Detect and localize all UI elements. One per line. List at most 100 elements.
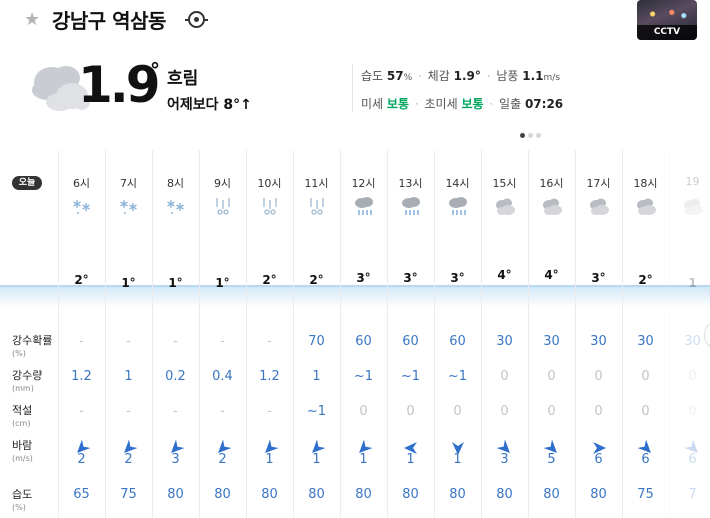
snow-cell: - bbox=[126, 404, 131, 419]
hour-label: 19 bbox=[685, 175, 700, 188]
humidity-cell: 75 bbox=[120, 487, 137, 502]
rain-cloud-icon bbox=[399, 194, 423, 218]
precip-prob-cell: - bbox=[267, 334, 272, 349]
sunrise-value: 07:26 bbox=[524, 97, 564, 111]
precip-amount-cell: 1.2 bbox=[259, 369, 280, 384]
hour-temperature: 2° bbox=[262, 273, 277, 288]
precip-prob-cell: 30 bbox=[590, 334, 607, 349]
hour-temperature: 4° bbox=[544, 268, 559, 282]
carousel-pagination bbox=[520, 123, 544, 142]
snow-cell: - bbox=[173, 404, 178, 419]
wind-speed-cell: 1 bbox=[406, 452, 415, 467]
summary-divider bbox=[352, 64, 353, 112]
precip-amount-cell: 0 bbox=[500, 369, 509, 384]
summary-line-2: 미세 보통 · 초미세 보통 · 일출 07:26 bbox=[361, 95, 563, 112]
hour-column: 9시 1° - 0.4 - 2 80 bbox=[199, 150, 246, 518]
hour-temperature: 1° bbox=[168, 276, 183, 290]
hour-column: 14시 3° 60 ~1 0 1 80 bbox=[434, 150, 481, 518]
precip-prob-cell: - bbox=[126, 334, 131, 349]
snow-cell: 0 bbox=[406, 404, 415, 419]
wind-speed-cell: 3 bbox=[500, 452, 509, 467]
fine-dust-label: 초미세 bbox=[424, 97, 458, 111]
row-label-text: 강수량 bbox=[12, 369, 43, 382]
cloudy-icon bbox=[681, 194, 705, 218]
hour-label: 9시 bbox=[213, 177, 232, 190]
favorite-star-icon[interactable]: ★ bbox=[24, 9, 40, 30]
snow-cell: 0 bbox=[547, 404, 556, 419]
humidity-cell: 80 bbox=[214, 487, 231, 502]
hour-column: 17시 3° 30 0 0 6 80 bbox=[575, 150, 622, 518]
row-label-precip-amount: 강수량 (mm) bbox=[12, 369, 42, 395]
hour-temperature: 2° bbox=[309, 273, 324, 288]
hour-temperature: 1° bbox=[215, 276, 230, 290]
hour-column: 8시 1° - 0.2 - 3 80 bbox=[152, 150, 199, 518]
humidity-cell: 80 bbox=[449, 487, 466, 502]
dust-label: 미세 bbox=[361, 97, 384, 111]
row-label-text: 습도 bbox=[12, 488, 33, 501]
precip-amount-cell: 0 bbox=[547, 369, 556, 384]
precip-amount-cell: 1 bbox=[312, 369, 321, 384]
hour-temperature: 4° bbox=[497, 268, 512, 282]
feels-like-label: 체감 bbox=[427, 69, 450, 83]
page-dot[interactable] bbox=[528, 133, 533, 138]
snow-cell: 0 bbox=[500, 404, 509, 419]
humidity-cell: 80 bbox=[402, 487, 419, 502]
row-label-text: 강수확률 bbox=[12, 334, 53, 347]
rain-cloud-icon bbox=[446, 194, 470, 218]
precip-prob-cell: 30 bbox=[543, 334, 560, 349]
hour-label: 8시 bbox=[166, 177, 185, 190]
row-label-text: 적설 bbox=[12, 404, 33, 417]
hour-temperature: 3° bbox=[450, 270, 465, 285]
wind-speed-cell: 6 bbox=[594, 452, 603, 467]
hour-label: 14시 bbox=[445, 177, 470, 190]
page-dot-active[interactable] bbox=[520, 133, 525, 138]
hour-temperature: 3° bbox=[591, 270, 606, 285]
gps-target-icon[interactable] bbox=[185, 11, 208, 28]
sleet-icon bbox=[211, 194, 235, 218]
separator-dot: · bbox=[486, 69, 491, 83]
degree-symbol: ° bbox=[150, 58, 160, 82]
precip-amount-cell: ~1 bbox=[400, 369, 421, 384]
snow-cell: 0 bbox=[641, 404, 650, 419]
cctv-label: CCTV bbox=[637, 25, 697, 40]
today-badge: 오늘 bbox=[12, 176, 42, 190]
yesterday-comparison: 어제보다 8°↑ bbox=[167, 97, 252, 113]
wind-speed-cell: 1 bbox=[312, 452, 321, 467]
humidity-cell: 80 bbox=[261, 487, 278, 502]
humidity-cell: 80 bbox=[355, 487, 372, 502]
wind-speed-cell: 2 bbox=[218, 452, 227, 467]
row-label-unit: (%) bbox=[12, 349, 26, 358]
cctv-thumbnail[interactable]: CCTV bbox=[637, 0, 697, 40]
row-label-unit: (mm) bbox=[12, 384, 34, 393]
humidity-unit: % bbox=[403, 73, 413, 83]
hour-label: 16시 bbox=[539, 177, 564, 190]
precip-amount-cell: 0 bbox=[641, 369, 650, 384]
row-label-unit: (%) bbox=[12, 503, 26, 512]
hour-label: 11시 bbox=[304, 177, 329, 190]
hour-column: 10시 2° - 1.2 - 1 80 bbox=[246, 150, 293, 518]
snow-cell: 0 bbox=[688, 404, 697, 419]
precip-amount-cell: 0.4 bbox=[212, 369, 233, 384]
wind-speed-cell: 1 bbox=[359, 452, 368, 467]
humidity-cell: 7 bbox=[688, 487, 697, 502]
precip-prob-cell: - bbox=[220, 334, 225, 349]
separator-dot: · bbox=[418, 69, 422, 83]
snow-cell: - bbox=[79, 404, 84, 419]
snow-cell: - bbox=[220, 404, 225, 419]
row-label-wind: 바람 (m/s) bbox=[12, 439, 33, 465]
wind-speed-cell: 1 bbox=[265, 452, 274, 467]
snow-icon bbox=[117, 194, 141, 218]
location-title[interactable]: 강남구 역삼동 bbox=[52, 5, 166, 34]
precip-prob-cell: 60 bbox=[355, 334, 372, 349]
hour-column: 12시 3° 60 ~1 0 1 80 bbox=[340, 150, 387, 518]
sleet-icon bbox=[305, 194, 329, 218]
cloudy-icon bbox=[493, 194, 517, 218]
hour-label: 18시 bbox=[633, 177, 658, 190]
humidity-cell: 80 bbox=[543, 487, 560, 502]
cctv-preview-image bbox=[643, 6, 691, 22]
hour-temperature: 2° bbox=[638, 273, 653, 288]
hour-label: 7시 bbox=[119, 177, 138, 190]
hour-column: 15시 4° 30 0 0 3 80 bbox=[481, 150, 528, 518]
cloudy-icon bbox=[587, 194, 611, 218]
page-dot[interactable] bbox=[536, 133, 541, 138]
